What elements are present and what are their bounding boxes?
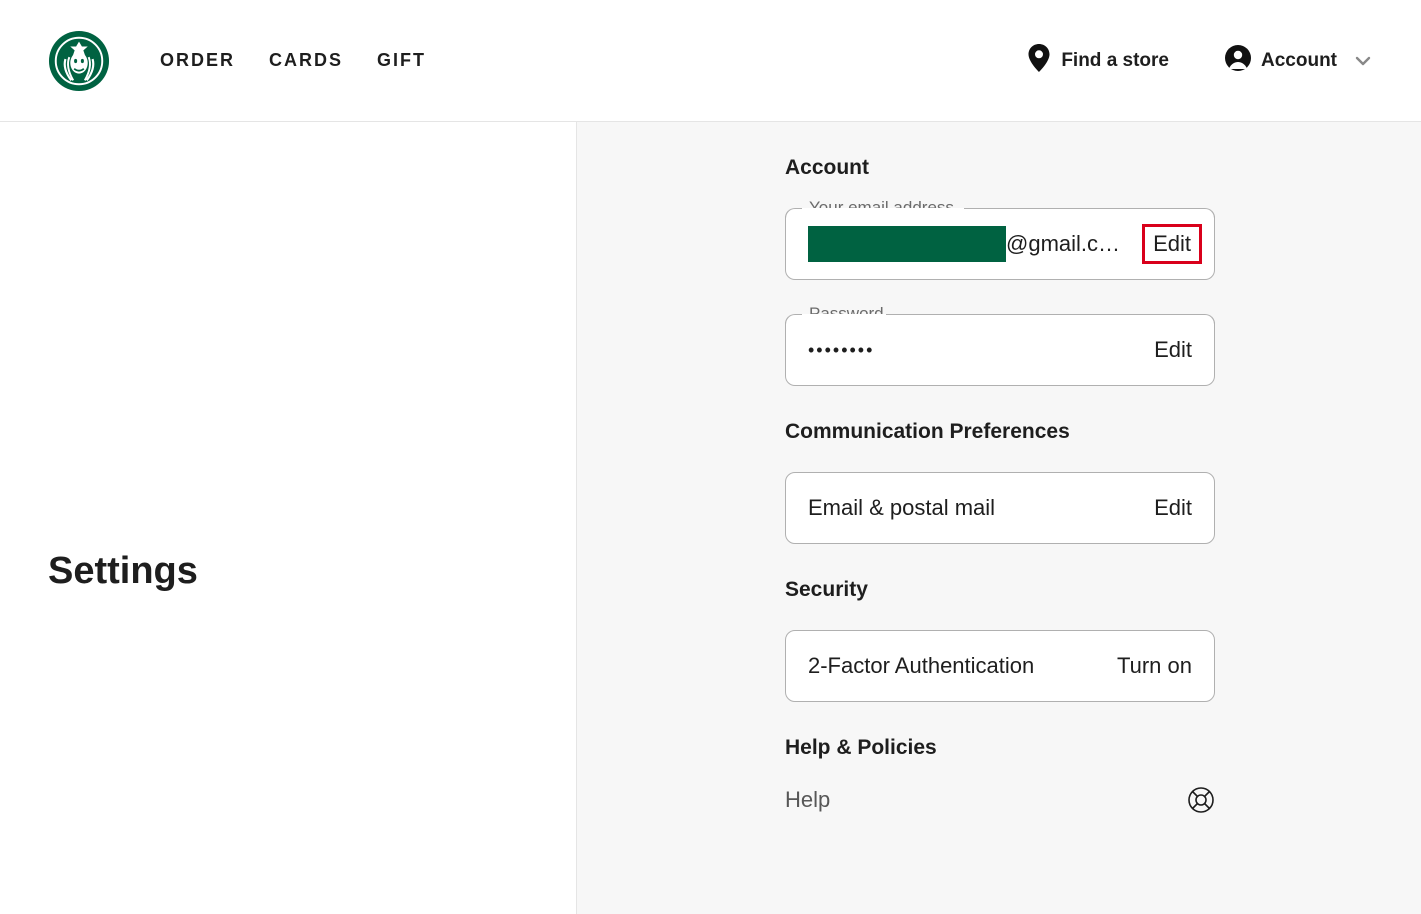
comm-label: Email & postal mail — [808, 495, 995, 521]
nav-gift[interactable]: GIFT — [377, 50, 426, 71]
nav-cards[interactable]: CARDS — [269, 50, 343, 71]
security-field-wrap: 2-Factor Authentication Turn on — [785, 630, 1215, 702]
twofactor-label: 2-Factor Authentication — [808, 653, 1034, 679]
password-field-wrap: Password •••••••• Edit — [785, 314, 1215, 386]
site-header: ORDER CARDS GIFT Find a store Account — [0, 0, 1421, 122]
comm-field-wrap: Email & postal mail Edit — [785, 472, 1215, 544]
help-label: Help — [785, 787, 830, 813]
find-store-button[interactable]: Find a store — [1027, 44, 1169, 78]
password-value: •••••••• — [808, 340, 874, 361]
comm-field: Email & postal mail Edit — [785, 472, 1215, 544]
password-edit-button[interactable]: Edit — [1154, 337, 1192, 363]
email-redacted-portion — [808, 226, 1006, 262]
email-value: @gmail.c… — [808, 226, 1120, 262]
primary-nav: ORDER CARDS GIFT — [160, 50, 426, 71]
section-title-security: Security — [785, 578, 1215, 602]
settings-content: Account Your email address @gmail.c… Edi… — [577, 122, 1421, 914]
starbucks-logo-icon[interactable] — [48, 30, 110, 92]
find-store-label: Find a store — [1061, 50, 1169, 72]
email-suffix: @gmail.c… — [1006, 231, 1120, 257]
nav-order[interactable]: ORDER — [160, 50, 235, 71]
chevron-down-icon — [1353, 51, 1373, 71]
twofactor-turnon-button[interactable]: Turn on — [1117, 653, 1192, 679]
comm-edit-button[interactable]: Edit — [1154, 495, 1192, 521]
email-field-wrap: Your email address @gmail.c… Edit — [785, 208, 1215, 280]
password-field: •••••••• Edit — [785, 314, 1215, 386]
help-row[interactable]: Help — [785, 786, 1215, 814]
account-avatar-icon — [1225, 45, 1251, 77]
twofactor-field: 2-Factor Authentication Turn on — [785, 630, 1215, 702]
email-field: @gmail.c… Edit — [785, 208, 1215, 280]
section-title-comm: Communication Preferences — [785, 420, 1215, 444]
account-menu[interactable]: Account — [1225, 45, 1373, 77]
section-title-help: Help & Policies — [785, 736, 1215, 760]
lifebuoy-icon — [1187, 786, 1215, 814]
location-pin-icon — [1027, 44, 1051, 78]
left-pane: Settings — [0, 122, 577, 914]
account-label: Account — [1261, 50, 1337, 72]
section-title-account: Account — [785, 156, 1215, 180]
page-title: Settings — [48, 550, 198, 593]
email-edit-button[interactable]: Edit — [1142, 224, 1202, 264]
